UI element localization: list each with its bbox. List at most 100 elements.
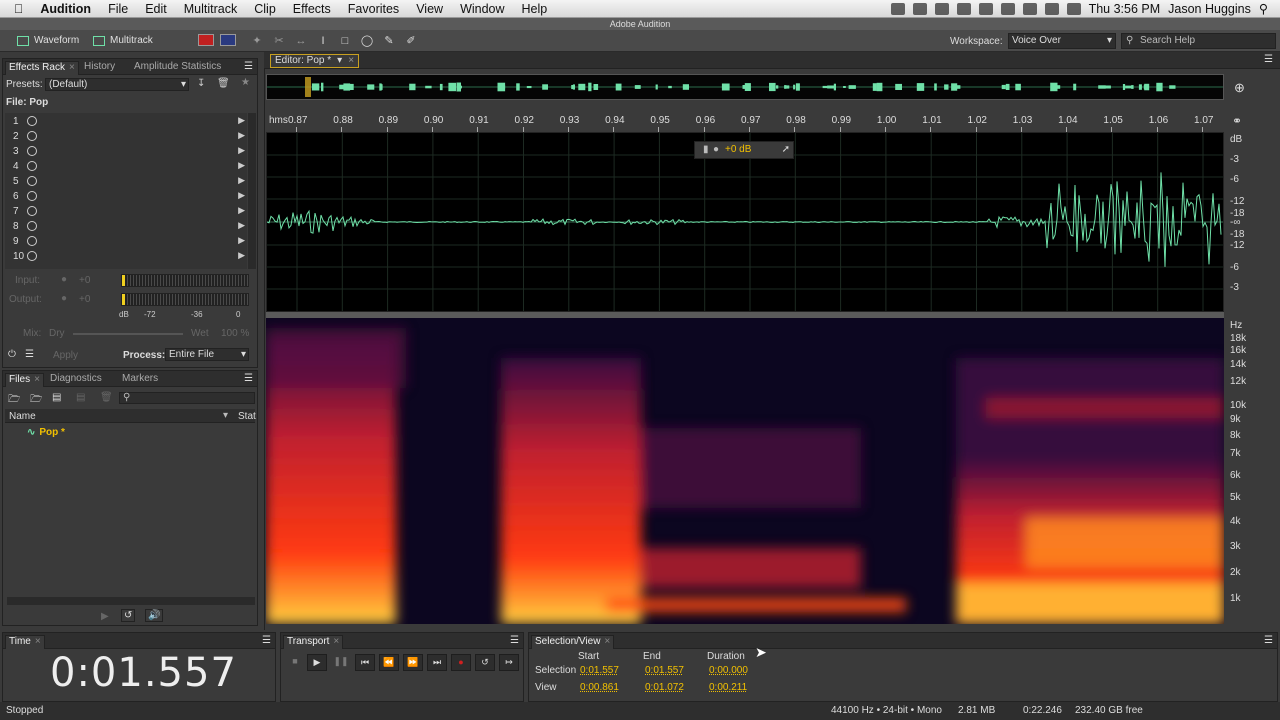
spectral-color-icon[interactable] (198, 34, 214, 46)
tab-editor[interactable]: Editor: Pop * ▾ × (270, 54, 360, 68)
tab-transport[interactable]: Transport × (283, 635, 344, 649)
selection-start[interactable]: 0:01.557 (580, 665, 619, 676)
overview-navigator[interactable] (266, 74, 1224, 100)
files-scrollbar[interactable] (7, 597, 255, 605)
speaker-icon[interactable]: 🔊 (145, 609, 164, 622)
power-icon[interactable] (27, 251, 37, 261)
power-icon[interactable] (27, 236, 37, 246)
file-search-input[interactable]: ⚲ (119, 392, 255, 404)
menu-clip[interactable]: Clip (254, 2, 276, 16)
lasso-tool-icon[interactable]: ◯ (360, 34, 374, 48)
menubar-clock[interactable]: Thu 3:56 PM (1089, 2, 1161, 16)
panel-menu-icon[interactable]: ☰ (244, 61, 253, 72)
col-name[interactable]: Name (9, 411, 36, 422)
time-display[interactable]: 0:01.557 (50, 650, 237, 696)
marquee-tool-icon[interactable]: □ (338, 34, 352, 48)
chevron-right-icon[interactable]: ▶ (238, 115, 245, 126)
power-icon[interactable] (27, 221, 37, 231)
camera-icon[interactable] (890, 2, 905, 15)
open-folder-icon[interactable]: 🗁 (8, 392, 20, 409)
play-button[interactable]: ▶ (307, 654, 327, 671)
list-icon[interactable]: ☰ (25, 349, 34, 360)
volume-icon[interactable] (1066, 2, 1081, 15)
menu-app[interactable]: Audition (40, 2, 91, 16)
menubar-user[interactable]: Jason Huggins (1168, 2, 1251, 16)
dropbox-icon[interactable] (912, 2, 927, 15)
spotlight-icon[interactable]: ⚲ (1259, 1, 1268, 16)
close-icon[interactable]: × (35, 636, 41, 647)
import-icon[interactable]: 🗁 (30, 392, 42, 409)
sort-icon[interactable]: ▾ (223, 410, 228, 421)
tab-selection-view[interactable]: Selection/View × (531, 635, 615, 649)
panel-menu-icon[interactable]: ☰ (262, 635, 271, 646)
panel-menu-icon[interactable]: ☰ (244, 373, 253, 384)
panel-menu-icon[interactable]: ☰ (1264, 54, 1273, 65)
display-icon[interactable] (956, 2, 971, 15)
play-icon[interactable]: ▶ (101, 611, 109, 622)
chevron-right-icon[interactable]: ▶ (238, 145, 245, 156)
chevron-right-icon[interactable]: ▶ (238, 130, 245, 141)
chevron-right-icon[interactable]: ▶ (238, 220, 245, 231)
zoom-navigator-icon[interactable]: ⊕ (1234, 80, 1245, 96)
chevron-right-icon[interactable]: ▶ (238, 250, 245, 261)
close-icon[interactable]: × (604, 636, 610, 647)
effect-slot[interactable]: 3 ▶ (7, 145, 247, 159)
fast-forward-button[interactable]: ⏩ (403, 654, 423, 671)
knob-icon[interactable]: ● (713, 142, 719, 158)
tab-diagnostics[interactable]: Diagnostics (47, 373, 105, 387)
chevron-right-icon[interactable]: ▶ (238, 235, 245, 246)
panel-menu-icon[interactable]: ☰ (510, 635, 519, 646)
headphones-icon[interactable]: ⚭ (1232, 114, 1242, 128)
power-icon[interactable] (27, 116, 37, 126)
eye-icon[interactable] (978, 2, 993, 15)
power-icon[interactable]: ⏻ (8, 349, 16, 360)
spectral-pitch-icon[interactable] (220, 34, 236, 46)
search-help-input[interactable]: ⚲ Search Help (1121, 33, 1276, 49)
effects-scrollbar[interactable] (248, 113, 256, 269)
stop-button[interactable]: ■ (285, 654, 305, 671)
waveform-view-button[interactable]: Waveform (14, 33, 79, 49)
output-knob-icon[interactable]: ● (61, 293, 67, 304)
input-knob-icon[interactable]: ● (61, 274, 67, 285)
waveform-display[interactable] (266, 132, 1224, 312)
trash-icon[interactable]: 🗑 (100, 392, 113, 403)
chevron-right-icon[interactable]: ▶ (238, 205, 245, 216)
evernote-icon[interactable] (934, 2, 949, 15)
loop-icon[interactable]: ↺ (121, 609, 136, 622)
skip-selection-button[interactable]: ↦ (499, 654, 519, 671)
effect-slot[interactable]: 10 ▶ (7, 250, 247, 264)
effect-slot[interactable]: 7 ▶ (7, 205, 247, 219)
close-icon[interactable]: × (333, 636, 339, 647)
selection-duration[interactable]: 0:00.000 (709, 665, 748, 676)
menu-multitrack[interactable]: Multitrack (184, 2, 237, 16)
view-duration[interactable]: 0:00.211 (709, 682, 747, 693)
panel-menu-icon[interactable]: ☰ (1264, 635, 1273, 646)
process-select[interactable]: Entire File ▾ (165, 348, 249, 361)
bluetooth-icon[interactable] (1022, 2, 1037, 15)
trash-icon[interactable]: 🗑 (217, 78, 230, 89)
sync-icon[interactable] (1000, 2, 1015, 15)
presets-select[interactable]: (Default) ▾ (45, 78, 189, 91)
close-icon[interactable]: × (69, 62, 75, 73)
tab-time[interactable]: Time × (5, 635, 45, 649)
effect-slot[interactable]: 2 ▶ (7, 130, 247, 144)
menu-file[interactable]: File (108, 2, 128, 16)
tab-effects-rack[interactable]: Effects Rack × (5, 61, 79, 75)
col-status[interactable]: Stat (238, 411, 256, 422)
new-file-icon[interactable]: ▤ (52, 392, 61, 403)
chevron-right-icon[interactable]: ▶ (238, 160, 245, 171)
save-preset-icon[interactable]: ↧ (197, 78, 205, 89)
menu-window[interactable]: Window (460, 2, 504, 16)
rewind-button[interactable]: ⏪ (379, 654, 399, 671)
effect-slot[interactable]: 6 ▶ (7, 190, 247, 204)
tab-history[interactable]: History (81, 61, 118, 75)
apply-button[interactable]: Apply (53, 350, 78, 361)
volume-hud[interactable]: ▮ ● +0 dB ➚ (694, 141, 794, 159)
power-icon[interactable] (27, 206, 37, 216)
workspace-select[interactable]: Voice Over ▾ (1008, 33, 1116, 49)
chevron-right-icon[interactable]: ▶ (238, 190, 245, 201)
power-icon[interactable] (27, 176, 37, 186)
pin-icon[interactable]: ➚ (782, 142, 790, 158)
effect-slot[interactable]: 8 ▶ (7, 220, 247, 234)
spot-healing-tool-icon[interactable]: ✐ (404, 34, 418, 48)
